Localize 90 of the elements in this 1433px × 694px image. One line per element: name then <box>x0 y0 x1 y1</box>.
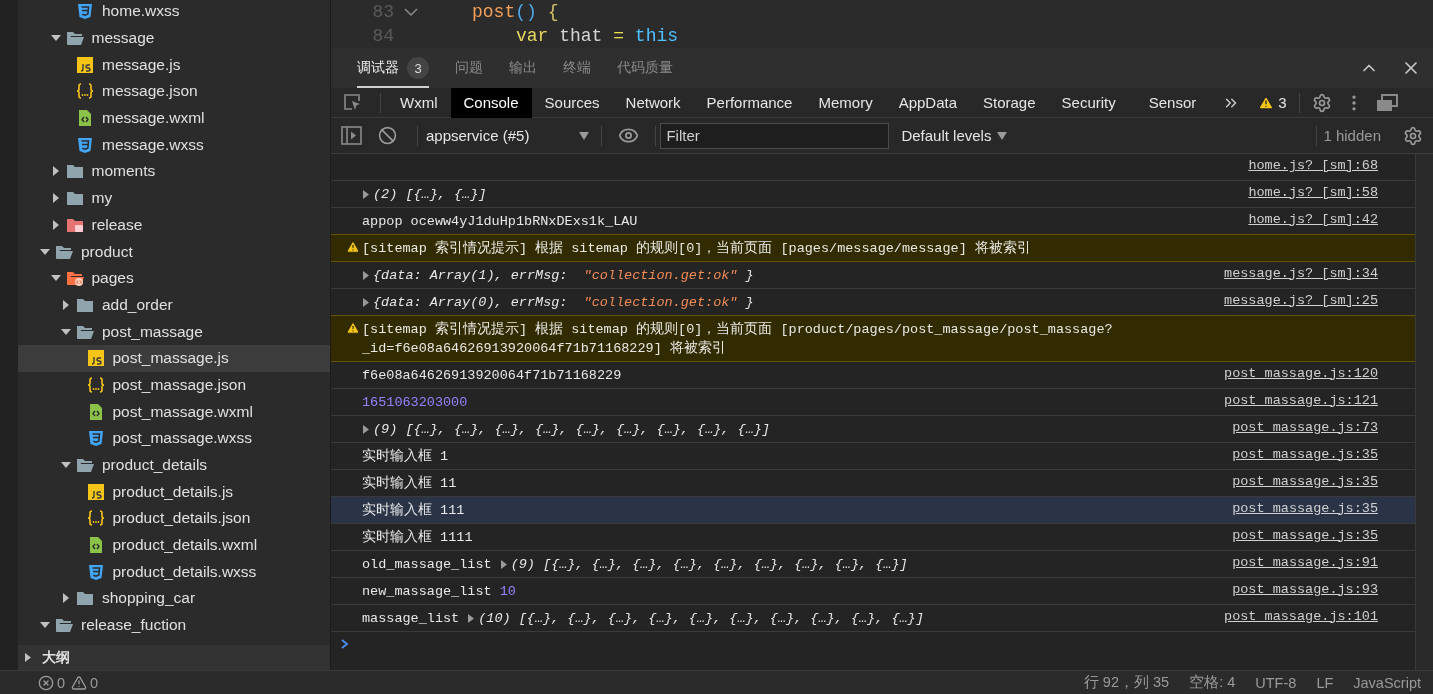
status-item[interactable]: LF <box>1316 674 1334 691</box>
file-tree-item[interactable]: message.wxml <box>18 104 330 132</box>
context-dropdown[interactable]: appservice (#5) <box>422 127 598 144</box>
panel-tab[interactable]: 问题 <box>455 48 483 88</box>
warning-text: [sitemap 索引情况提示] 根据 sitemap 的规则[0]，当前页面 [pages/message/message] 将被索引 <box>362 239 1031 258</box>
file-tree-item[interactable]: product <box>18 238 330 265</box>
panel-tab[interactable]: 输出 <box>509 48 537 88</box>
status-item[interactable]: JavaScript <box>1353 674 1421 691</box>
log-text: 实时输入框 11 <box>362 474 457 493</box>
log-levels-dropdown[interactable]: Default levels <box>895 126 1014 145</box>
source-link[interactable]: post_massage.js:101 <box>1224 608 1378 624</box>
log-text: 实时输入框 1111 <box>362 528 473 547</box>
file-tree-item[interactable]: post_massage.wxss <box>18 425 330 452</box>
file-tree-item[interactable]: post_massage.json <box>18 371 330 399</box>
count-badge: 3 <box>407 57 429 79</box>
file-tree-item[interactable]: message.js <box>18 51 330 79</box>
devtools-tab[interactable]: Console <box>450 87 532 118</box>
code-line: post() { <box>472 2 559 22</box>
file-tree-item[interactable]: product_details.wxml <box>18 531 330 559</box>
devtools-tab[interactable]: Wxml <box>387 87 451 118</box>
devtools-tab[interactable]: Storage <box>970 87 1049 118</box>
log-text: } <box>745 293 754 312</box>
log-text: new_massage_list <box>362 582 492 601</box>
file-tree-item[interactable]: product_details.wxss <box>18 558 330 586</box>
object-preview[interactable]: (9) [{…}, {…}, {…}, {…}, {…}, {…}, {…}, {…}, {…}] <box>499 554 908 574</box>
panel-tab[interactable]: 终端 <box>563 48 591 88</box>
panel-tab[interactable]: 代码质量 <box>617 48 673 88</box>
file-tree-item[interactable]: shopping_car <box>18 585 330 612</box>
file-tree-item[interactable]: release <box>18 211 330 239</box>
object-preview[interactable]: (9) [{…}, {…}, {…}, {…}, {…}, {…}, {…}, {…}, {…}] <box>362 419 770 439</box>
log-text: f6e08a64626913920064f71b71168229 <box>362 366 622 385</box>
file-tree-item[interactable]: message.wxss <box>18 131 330 159</box>
string-value: "collection.get:ok" <box>583 293 738 312</box>
number-value: 10 <box>499 582 516 601</box>
source-link[interactable]: post_massage.js:120 <box>1224 365 1378 381</box>
file-tree-item[interactable]: home.wxss <box>18 0 330 25</box>
string-value: "collection.get:ok" <box>583 266 738 285</box>
file-tree-item[interactable]: product_details <box>18 451 330 479</box>
log-text: 实时输入框 111 <box>362 501 465 520</box>
log-text: } <box>745 266 754 285</box>
file-tree-item[interactable]: post_massage <box>18 318 330 345</box>
source-link[interactable]: home.js? [sm]:68 <box>1248 158 1378 173</box>
warning-text: [sitemap 索引情况提示] 根据 sitemap 的规则[0]，当前页面 [product/pages/post_massage/post_massage? _id=f6e08a64626913920064f71b71168229] 将被索引 <box>362 320 1114 358</box>
outline-header[interactable]: 大纲 <box>18 645 330 670</box>
status-item[interactable]: UTF-8 <box>1255 674 1297 691</box>
file-tree-item[interactable]: message <box>18 24 330 52</box>
filter-field[interactable]: Filter <box>660 122 890 149</box>
hidden-count: 1 hidden <box>1323 127 1381 144</box>
source-link[interactable]: message.js? [sm]:25 <box>1224 292 1378 308</box>
source-link[interactable]: post_massage.js:91 <box>1232 554 1378 570</box>
source-link[interactable]: post_massage.js:121 <box>1224 392 1378 408</box>
file-tree-item[interactable]: release_fuction <box>18 611 330 639</box>
source-link[interactable]: post_massage.js:35 <box>1232 527 1378 543</box>
file-tree-item[interactable]: post_massage.js <box>18 344 330 372</box>
file-tree-item[interactable]: product_details.json <box>18 505 330 532</box>
source-link[interactable]: home.js? [sm]:42 <box>1248 211 1378 227</box>
source-link[interactable]: post_massage.js:35 <box>1232 473 1378 489</box>
log-text: old_massage_list <box>362 555 492 574</box>
file-tree-item[interactable]: moments <box>18 158 330 185</box>
source-link[interactable]: post_massage.js:73 <box>1232 419 1378 435</box>
number-value: 1651063203000 <box>362 393 468 412</box>
source-link[interactable]: home.js? [sm]:58 <box>1248 184 1378 200</box>
status-item[interactable]: 空格: 4 <box>1189 673 1236 692</box>
file-tree-item[interactable]: add_order <box>18 291 330 319</box>
file-tree-item[interactable]: message.json <box>18 78 330 105</box>
source-link[interactable]: post_massage.js:93 <box>1232 581 1378 597</box>
devtools-tab[interactable]: Performance <box>693 87 806 118</box>
object-preview[interactable]: (2) [{…}, {…}] <box>362 184 487 204</box>
devtools-tab[interactable]: AppData <box>885 87 970 118</box>
devtools-tab[interactable]: Sensor <box>1128 87 1217 118</box>
devtools-tab[interactable]: Sources <box>531 87 613 118</box>
log-text: 实时输入框 1 <box>362 447 449 466</box>
log-text: appop oceww4yJ1duHp1bRNxDExs1k_LAU <box>362 212 638 231</box>
devtools-tab[interactable]: Network <box>612 87 694 118</box>
log-text: massage_list <box>362 609 460 628</box>
file-tree-item[interactable]: pages <box>18 264 330 292</box>
object-preview[interactable]: (10) [{…}, {…}, {…}, {…}, {…}, {…}, {…}, {…}, {…}, {…}] <box>467 608 924 628</box>
object-preview[interactable]: {data: Array(1), errMsg: <box>362 265 576 285</box>
devtools-tab[interactable]: Memory <box>805 87 886 118</box>
source-link[interactable]: post_massage.js:35 <box>1232 500 1378 516</box>
devtools-tab[interactable]: Security <box>1048 87 1129 118</box>
code-line: var that = this <box>516 26 679 46</box>
object-preview[interactable]: {data: Array(0), errMsg: <box>362 292 576 312</box>
file-tree-item[interactable]: my <box>18 184 330 212</box>
status-item[interactable]: 行 92，列 35 <box>1083 673 1170 692</box>
file-tree-item[interactable]: product_details.js <box>18 478 330 506</box>
warning-count[interactable]: 3 <box>1258 94 1287 111</box>
source-link[interactable]: post_massage.js:35 <box>1232 446 1378 462</box>
file-tree-item[interactable]: post_massage.wxml <box>18 398 330 425</box>
source-link[interactable]: message.js? [sm]:34 <box>1224 265 1378 281</box>
